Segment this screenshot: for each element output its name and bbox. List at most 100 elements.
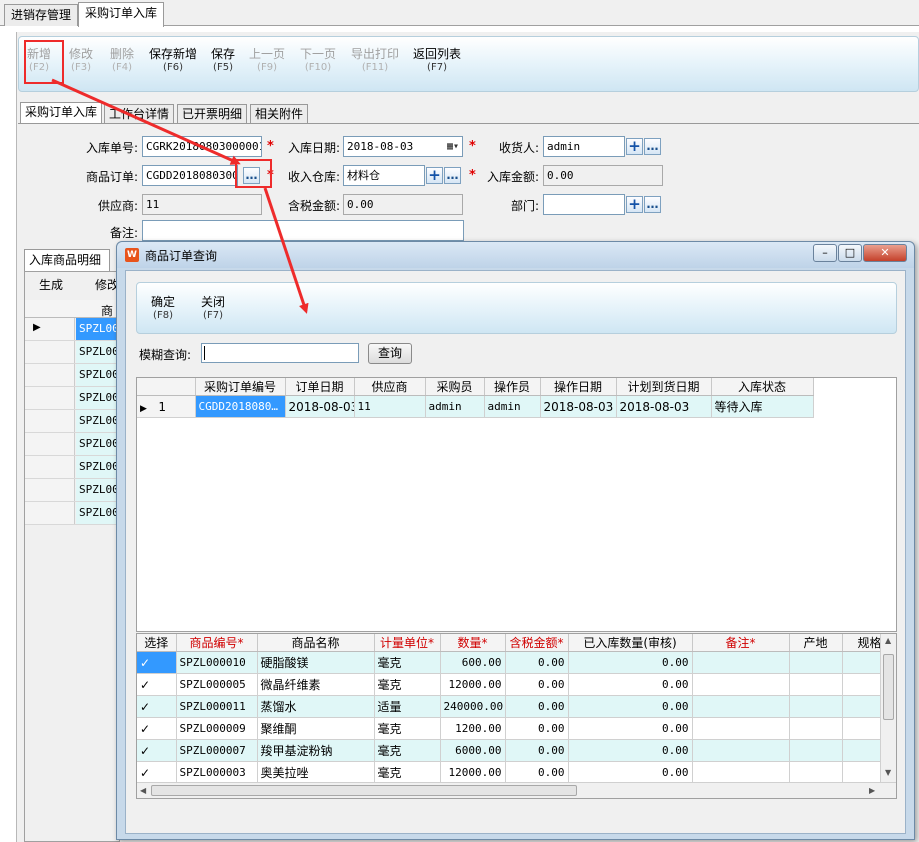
maximize-icon[interactable]: □ [838, 244, 862, 262]
search-input[interactable] [201, 343, 359, 363]
browse-button[interactable]: … [644, 138, 661, 155]
dialog-toolbar: 确定 (F8) 关闭 (F7) [136, 282, 897, 334]
table-row[interactable]: SPZL000 [25, 364, 120, 387]
receipt-date-picker[interactable]: 2018-08-03 ▦▾ [343, 136, 463, 157]
search-button[interactable]: 查询 [368, 343, 412, 364]
dept-field[interactable] [543, 194, 625, 215]
row-pointer-icon: ▶ [140, 403, 147, 414]
add-icon[interactable]: + [626, 138, 643, 155]
table-row[interactable]: ✓ SPZL000007 羧甲基淀粉钠 毫克 6000.00 0.00 0.00 [137, 739, 896, 762]
tab-invoiced[interactable]: 已开票明细 [177, 104, 248, 124]
table-row[interactable]: ▶SPZL000 [25, 318, 120, 341]
tab-purchase-receipt[interactable]: 采购订单入库 [78, 2, 165, 27]
scroll-down-icon[interactable]: ▼ [885, 768, 891, 777]
col-operator[interactable]: 操作员 [484, 378, 541, 396]
select-checkbox[interactable]: ✓ [137, 651, 177, 674]
col-unit[interactable]: 计量单位* [374, 634, 441, 652]
export-print-button[interactable]: 导出打印 (F11) [351, 47, 399, 75]
col-order-date[interactable]: 订单日期 [285, 378, 355, 396]
next-page-button[interactable]: 下一页 (F10) [300, 47, 336, 75]
vertical-scrollbar[interactable]: ▲ ▼ [880, 634, 896, 782]
table-row[interactable]: ✓ SPZL000009 聚维酮 毫克 1200.00 0.00 0.00 [137, 717, 896, 740]
table-row[interactable]: SPZL000 [25, 502, 120, 525]
col-item-name[interactable]: 商品名称 [257, 634, 375, 652]
add-icon[interactable]: + [426, 167, 443, 184]
horizontal-scrollbar[interactable]: ◀ ▶ [137, 782, 896, 798]
tax-amount-cell: 0.00 [505, 651, 569, 674]
orders-header-row: 采购订单编号 订单日期 供应商 采购员 操作员 操作日期 计划到货日期 入库状态 [137, 378, 814, 396]
col-status[interactable]: 入库状态 [711, 378, 814, 396]
generate-button[interactable]: 生成 [39, 276, 63, 293]
col-tax-amount[interactable]: 含税金额* [505, 634, 569, 652]
table-row[interactable]: ✓ SPZL000010 硬脂酸镁 毫克 600.00 0.00 0.00 [137, 651, 896, 674]
back-to-list-button[interactable]: 返回列表 (F7) [413, 47, 461, 75]
quantity-cell: 12000.00 [440, 761, 506, 784]
tab-attachments[interactable]: 相关附件 [250, 104, 309, 124]
scroll-thumb[interactable] [151, 785, 577, 796]
close-icon[interactable]: ✕ [863, 244, 907, 262]
select-checkbox[interactable]: ✓ [137, 695, 177, 718]
browse-button[interactable]: … [644, 196, 661, 213]
dialog-titlebar[interactable]: W 商品订单查询 – □ ✕ [117, 242, 914, 268]
delete-button[interactable]: 删除 (F4) [110, 47, 134, 75]
tab-workbench[interactable]: 工作台详情 [104, 104, 175, 124]
annotation-box-new [24, 40, 64, 84]
calendar-icon[interactable]: ▦▾ [447, 137, 459, 156]
tab-receipt-items[interactable]: 入库商品明细 [24, 249, 110, 271]
save-new-button[interactable]: 保存新增 (F6) [149, 47, 197, 75]
select-checkbox[interactable]: ✓ [137, 717, 177, 740]
remark-field[interactable] [142, 220, 464, 241]
confirm-button[interactable]: 确定 (F8) [151, 295, 175, 323]
close-button[interactable]: 关闭 (F7) [201, 295, 225, 323]
save-button[interactable]: 保存 (F5) [211, 47, 235, 75]
scroll-left-icon[interactable]: ◀ [140, 786, 146, 795]
tab-inventory-management[interactable]: 进销存管理 [4, 4, 79, 26]
select-checkbox[interactable]: ✓ [137, 739, 177, 762]
warehouse-field[interactable]: 材料仓 [343, 165, 425, 186]
col-op-date[interactable]: 操作日期 [540, 378, 617, 396]
col-buyer[interactable]: 采购员 [425, 378, 485, 396]
minimize-icon[interactable]: – [813, 244, 837, 262]
select-checkbox[interactable]: ✓ [137, 761, 177, 784]
table-row[interactable]: ▶ 1 CGDD2018080… 2018-08-03 11 admin adm… [137, 395, 814, 418]
col-remark[interactable]: 备注* [692, 634, 790, 652]
order-field[interactable]: CGDD20180803000001 [142, 165, 238, 186]
plan-date-cell: 2018-08-03 [616, 395, 712, 418]
table-row[interactable]: SPZL000 [25, 433, 120, 456]
col-supplier[interactable]: 供应商 [354, 378, 426, 396]
prev-page-button[interactable]: 上一页 (F9) [249, 47, 285, 75]
buyer-cell: admin [425, 395, 485, 418]
browse-button[interactable]: … [444, 167, 461, 184]
scroll-up-icon[interactable]: ▲ [885, 636, 891, 645]
scroll-right-icon[interactable]: ▶ [869, 786, 875, 795]
scroll-thumb[interactable] [883, 654, 894, 720]
table-row[interactable]: SPZL000 [25, 341, 120, 364]
unit-cell: 适量 [374, 695, 441, 718]
receiver-field[interactable]: admin [543, 136, 625, 157]
col-item-code[interactable]: 商品编号* [176, 634, 258, 652]
table-row[interactable]: ✓ SPZL000005 微晶纤维素 毫克 12000.00 0.00 0.00 [137, 673, 896, 696]
col-origin[interactable]: 产地 [789, 634, 843, 652]
required-mark: * [469, 139, 476, 154]
receipt-no-field[interactable]: CGRK20180803000001 [142, 136, 262, 157]
edit-button[interactable]: 修改 (F3) [69, 47, 93, 75]
tab-receipt[interactable]: 采购订单入库 [20, 102, 103, 124]
select-checkbox[interactable]: ✓ [137, 673, 177, 696]
col-select[interactable]: 选择 [137, 634, 177, 652]
received-qty-cell: 0.00 [568, 717, 693, 740]
col-order-no[interactable]: 采购订单编号 [195, 378, 286, 396]
order-no-cell[interactable]: CGDD2018080… [195, 395, 286, 418]
col-received-qty[interactable]: 已入库数量(审核) [568, 634, 693, 652]
col-quantity[interactable]: 数量* [440, 634, 506, 652]
table-row[interactable]: SPZL000 [25, 410, 120, 433]
row-pointer-icon: ▶ [33, 322, 41, 333]
table-row[interactable]: SPZL000 [25, 387, 120, 410]
col-plan-date[interactable]: 计划到货日期 [616, 378, 712, 396]
add-icon[interactable]: + [626, 196, 643, 213]
table-row[interactable]: SPZL000 [25, 456, 120, 479]
table-row[interactable]: ✓ SPZL000003 奥美拉唑 毫克 12000.00 0.00 0.00 [137, 761, 896, 784]
dialog-body: 确定 (F8) 关闭 (F7) 模糊查询: 查询 采购订单编号 订单日期 供应商 采… [125, 270, 906, 834]
dept-label: 部门: [510, 199, 539, 213]
table-row[interactable]: ✓ SPZL000011 蒸馏水 适量 240000.00 0.00 0.00 [137, 695, 896, 718]
table-row[interactable]: SPZL000 [25, 479, 120, 502]
